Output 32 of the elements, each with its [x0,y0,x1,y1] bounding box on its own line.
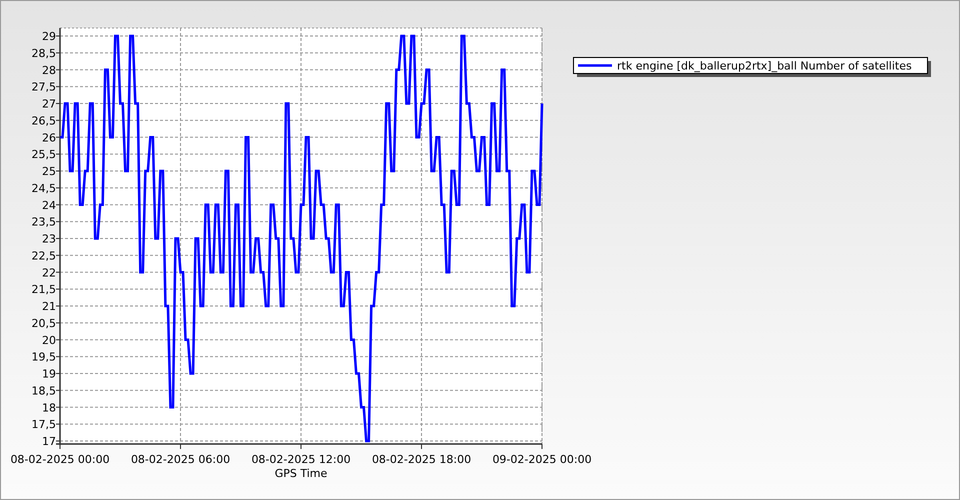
axis-tick-label: 20 [42,334,56,347]
legend-label: rtk engine [dk_ballerup2rtx]_ball Number of satellites [617,60,912,72]
axis-tick-label: 25,5 [32,148,56,162]
axis-tick-label: 20,5 [32,316,56,330]
axis-tick-label: 22 [42,266,56,280]
axis-tick-label: 29 [42,30,56,43]
axis-tick-label: 18 [42,401,56,414]
axis-tick-label: 27 [42,98,56,110]
axis-tick-label: 22,5 [32,249,56,262]
axis-tick-label: 23 [42,232,56,246]
axis-tick-label: 21 [42,300,56,313]
axis-tick-label: 21,5 [32,283,56,296]
axis-tick-label: 28,5 [32,46,56,60]
axis-tick-label: 17,5 [32,418,56,432]
axis-tick-label: 26 [42,131,56,144]
axis-title: GPS Time [274,467,328,480]
axis-tick-label: 26,5 [32,114,56,128]
axis-tick-label: 27,5 [32,80,56,94]
axis-tick-label: 25 [42,165,56,178]
axis-tick-label: 08-02-2025 18:00 [372,453,472,466]
axis-tick-label: 19,5 [32,350,56,364]
axis-tick-label: 08-02-2025 12:00 [251,453,351,466]
axis-tick-label: 08-02-2025 06:00 [130,453,230,466]
axis-tick-label: 09-02-2025 00:00 [492,453,592,466]
axis-tick-label: 17 [42,435,56,448]
axis-tick-label: 08-02-2025 00:00 [10,453,110,466]
axis-tick-label: 23,5 [32,216,56,229]
axis-tick-label: 19 [42,368,56,380]
axis-tick-label: 28 [42,64,56,77]
axis-tick-label: 18,5 [32,384,56,398]
axis-tick-label: 24 [42,198,56,212]
axis-tick-label: 24,5 [32,182,56,195]
